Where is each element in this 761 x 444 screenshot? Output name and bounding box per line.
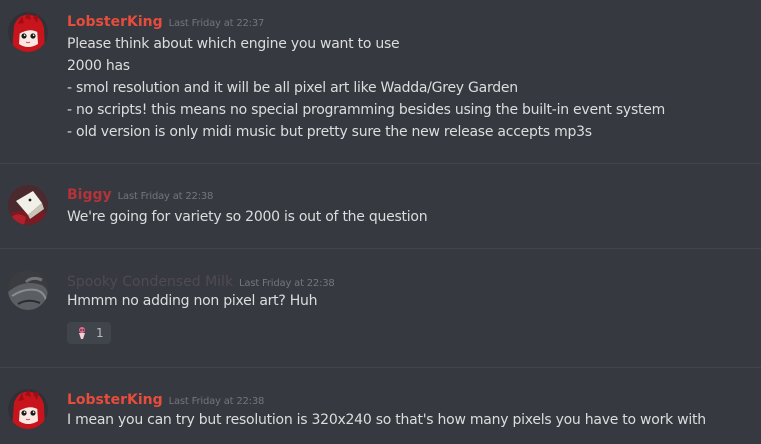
username[interactable]: Spooky Condensed Milk [67,274,233,290]
message-line: 2000 has [67,58,130,74]
message-line: Hmmm no adding non pixel art? Huh [67,293,318,309]
message-line: We're going for variety so 2000 is out o… [67,209,428,225]
timestamp: Last Friday at 22:38 [239,278,335,289]
message-divider [0,248,761,249]
message-header: LobsterKing Last Friday at 22:37 [67,12,264,33]
message-line: - old version is only midi music but pre… [67,124,592,140]
message-line: - smol resolution and it will be all pix… [67,80,518,96]
red-haired-anime-avatar-icon[interactable] [8,12,48,52]
timestamp: Last Friday at 22:38 [117,191,214,202]
message-header: Biggy Last Friday at 22:38 [67,185,213,206]
message-line: Please think about which engine you want… [67,36,400,52]
red-figure-avatar-icon[interactable] [8,185,48,225]
message-line: - no scripts! this means no special prog… [67,102,665,118]
message-content: We're going for variety so 2000 is out o… [67,206,757,228]
reaction-count: 1 [96,326,104,340]
reaction-button[interactable]: 1 [67,322,111,344]
gray-sketch-avatar-icon[interactable] [8,270,48,310]
username[interactable]: LobsterKing [67,14,163,30]
chat-message-list: LobsterKing Last Friday at 22:37 Please t… [0,0,761,444]
username[interactable]: LobsterKing [67,392,163,408]
message-divider [0,163,761,164]
message-header: LobsterKing Last Friday at 22:38 [67,390,264,411]
message-content: Please think about which engine you want… [67,33,757,143]
username[interactable]: Biggy [67,187,112,203]
message-divider [0,367,761,368]
message-content: Hmmm no adding non pixel art? Huh [67,290,757,312]
custom-character-emoji-icon [79,327,85,339]
red-haired-anime-avatar-icon[interactable] [8,389,48,429]
message-content: I mean you can try but resolution is 320… [67,409,757,431]
timestamp: Last Friday at 22:37 [168,18,265,29]
message-line: I mean you can try but resolution is 320… [67,412,706,428]
timestamp: Last Friday at 22:38 [168,396,265,407]
